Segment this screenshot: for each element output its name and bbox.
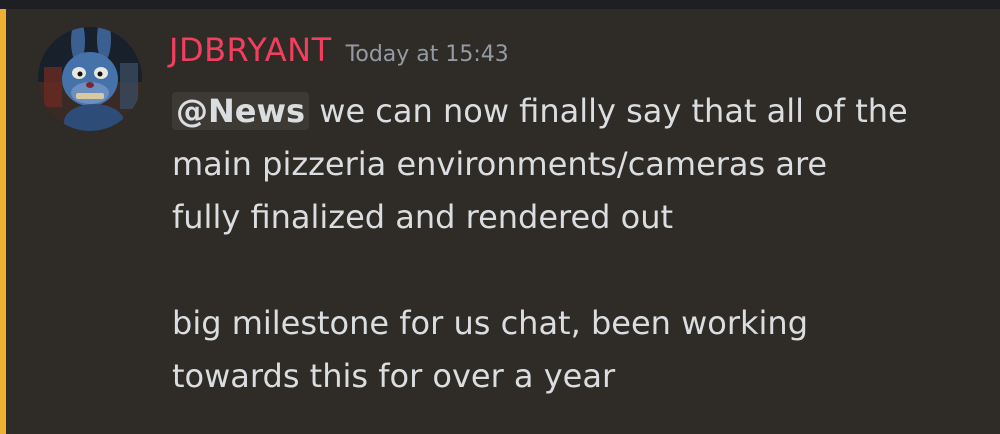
animatronic-bunny-avatar-icon	[38, 27, 142, 131]
message-line: towards this for over a year	[172, 357, 616, 395]
message-line: fully finalized and rendered out	[172, 198, 674, 236]
message-timestamp[interactable]: Today at 15:43	[346, 42, 509, 67]
author-username[interactable]: JDBRYANT	[169, 31, 332, 69]
message-text: we can now finally say that all of the	[309, 92, 908, 130]
avatar[interactable]	[38, 27, 142, 131]
message-header: JDBRYANT Today at 15:43	[169, 31, 509, 71]
message-line: big milestone for us chat, been working	[172, 304, 808, 342]
chat-screen: JDBRYANT Today at 15:43 @News we can now …	[0, 0, 1000, 434]
message-line: main pizzeria environments/cameras are	[172, 145, 828, 183]
message-content: @News we can now finally say that all of…	[172, 85, 992, 403]
chat-message: JDBRYANT Today at 15:43 @News we can now …	[6, 9, 1000, 434]
top-divider	[0, 0, 1000, 9]
message-line: @News we can now finally say that all of…	[172, 85, 992, 138]
role-mention[interactable]: @News	[172, 92, 310, 130]
